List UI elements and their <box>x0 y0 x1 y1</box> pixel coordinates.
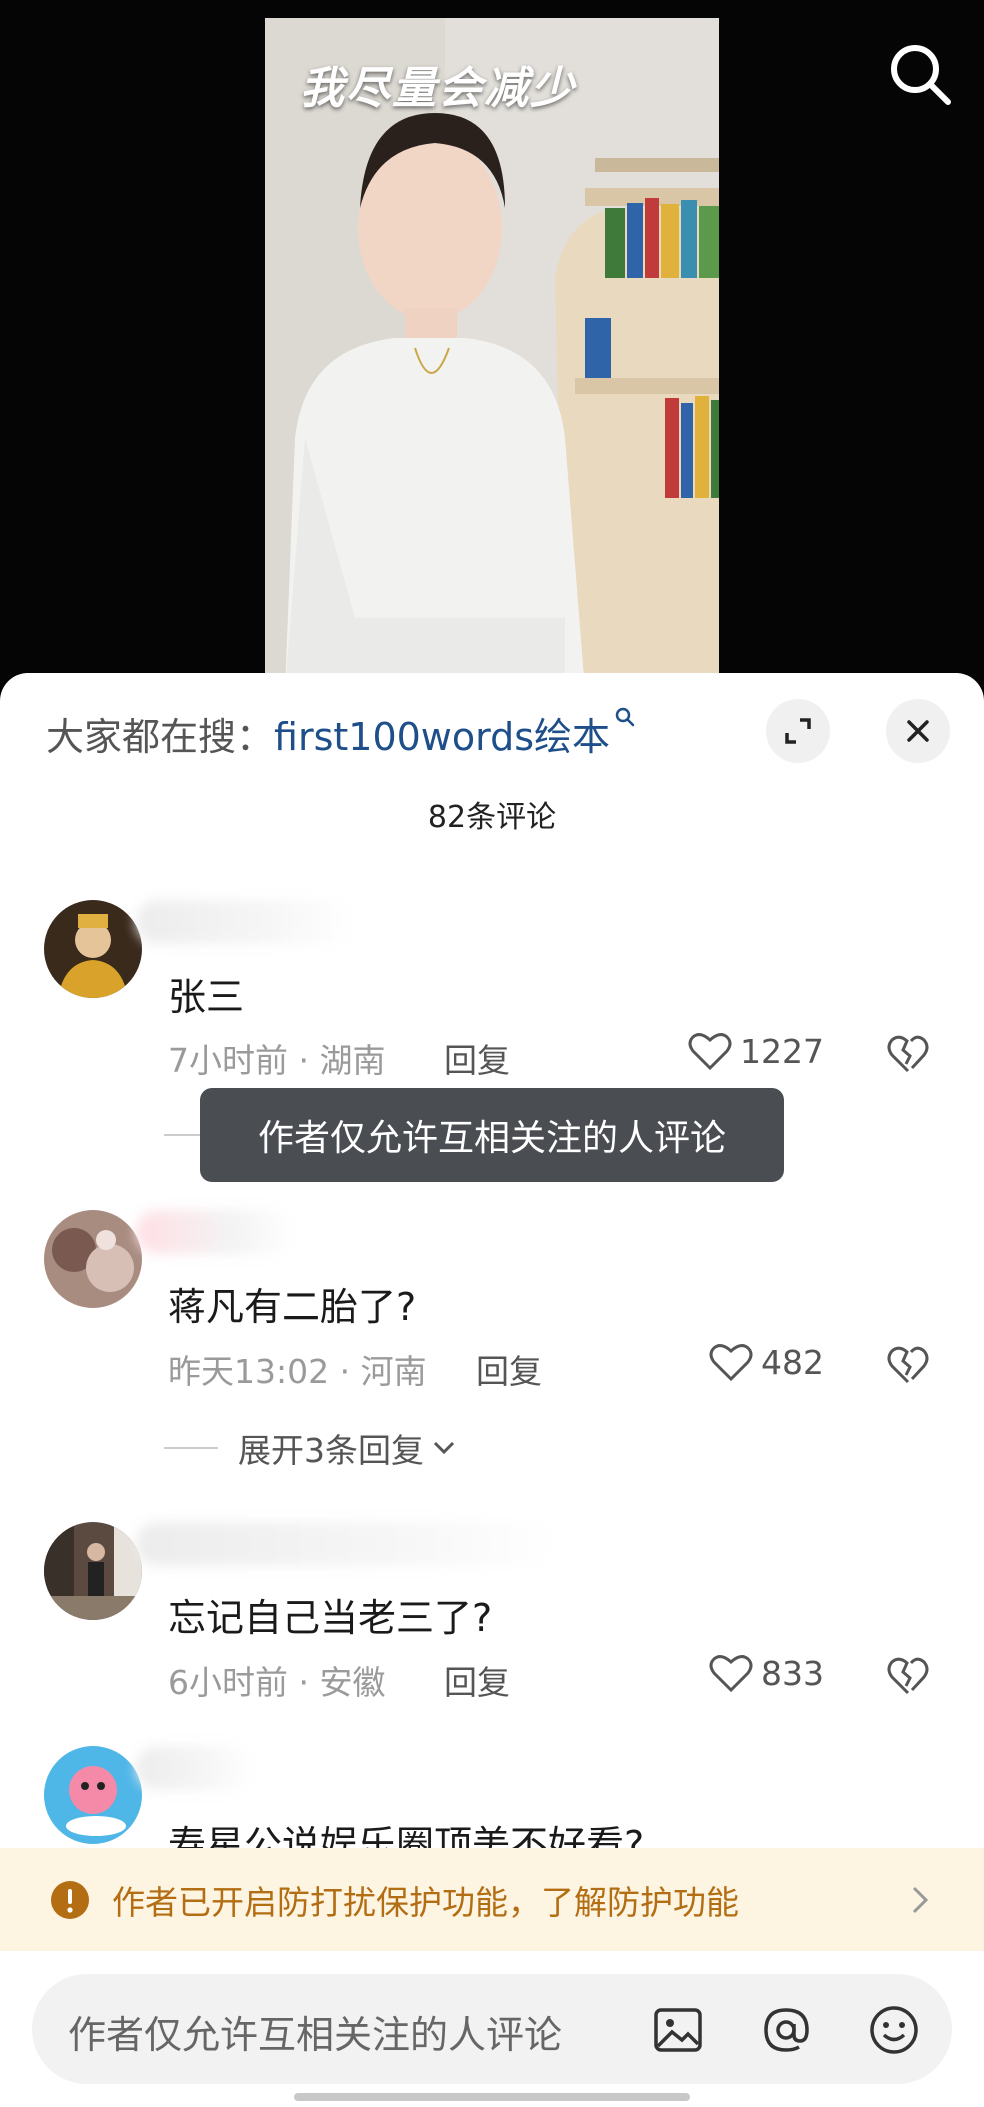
username-blurred[interactable] <box>136 1746 256 1790</box>
heart-icon <box>709 1655 753 1693</box>
like-count: 833 <box>761 1653 824 1693</box>
video-frame[interactable] <box>265 18 719 690</box>
like-button[interactable]: 482 <box>709 1342 824 1382</box>
comment-text: 张三 <box>168 975 245 1019</box>
avatar[interactable] <box>44 900 142 998</box>
comment-time: 昨天13:02 <box>168 1352 330 1391</box>
like-button[interactable]: 833 <box>709 1653 824 1693</box>
video-caption: 我尽量会减少 <box>300 63 576 114</box>
reply-divider <box>164 1134 204 1136</box>
heart-icon <box>688 1033 732 1071</box>
reply-button[interactable]: 回复 <box>476 1345 542 1393</box>
expand-icon <box>785 718 811 744</box>
comment-text: 忘记自己当老三了? <box>168 1596 493 1640</box>
protection-banner[interactable]: 作者已开启防打扰保护功能，了解防护功能 <box>0 1848 984 1951</box>
like-count: 482 <box>761 1342 824 1382</box>
comment-time: 7小时前 <box>168 1041 288 1080</box>
avatar[interactable] <box>44 1210 142 1308</box>
dislike-icon[interactable] <box>886 1032 930 1076</box>
comment-meta: 6小时前 · 安徽 <box>168 1663 386 1702</box>
comment-count: 82条评论 <box>427 800 557 835</box>
divider-line <box>164 1447 218 1449</box>
close-icon <box>907 720 929 742</box>
toast-message: 作者仅允许互相关注的人评论 <box>200 1088 784 1182</box>
like-count: 1227 <box>740 1031 824 1071</box>
reply-button[interactable]: 回复 <box>444 1034 510 1082</box>
like-button[interactable]: 1227 <box>688 1031 824 1071</box>
comment-location: 湖南 <box>319 1041 386 1080</box>
expand-replies-button[interactable]: 展开3条回复 <box>164 1424 458 1472</box>
home-indicator[interactable] <box>294 2093 690 2101</box>
chevron-down-icon <box>433 1441 455 1455</box>
banner-text: 作者已开启防打扰保护功能，了解防护功能 <box>112 1882 739 1922</box>
comment-meta: 7小时前 · 湖南 <box>168 1041 386 1080</box>
avatar[interactable] <box>44 1522 142 1620</box>
warning-icon <box>51 1880 89 1919</box>
expand-replies-label: 展开3条回复 <box>238 1431 424 1470</box>
video-player[interactable]: 我尽量会减少 <box>0 0 984 690</box>
comment-time: 6小时前 <box>168 1663 288 1702</box>
comment-text: 寿星公说娱乐圈顶美不好看? <box>168 1823 645 1848</box>
username-blurred[interactable] <box>136 1522 556 1566</box>
comment-meta: 昨天13:02 · 河南 <box>168 1352 427 1391</box>
trending-search[interactable]: 大家都在搜：first100words绘本 <box>46 706 636 761</box>
comment-location: 河南 <box>360 1352 427 1391</box>
video-still-image <box>265 18 719 690</box>
search-icon <box>891 45 951 105</box>
emoji-icon[interactable] <box>866 2002 922 2058</box>
username-blurred[interactable] <box>136 1210 296 1254</box>
comment-input[interactable]: 作者仅允许互相关注的人评论 <box>32 1974 952 2084</box>
chevron-right-icon <box>912 1886 929 1914</box>
dislike-icon[interactable] <box>886 1343 930 1387</box>
reply-button[interactable]: 回复 <box>444 1656 510 1704</box>
trending-keyword[interactable]: first100words绘本 <box>274 715 610 759</box>
avatar-image <box>44 1210 142 1308</box>
heart-icon <box>709 1344 753 1382</box>
comment-location: 安徽 <box>319 1663 386 1702</box>
small-search-icon <box>615 707 635 727</box>
fullscreen-button[interactable] <box>766 699 830 763</box>
username-blurred[interactable] <box>136 900 356 944</box>
dislike-icon[interactable] <box>886 1654 930 1698</box>
search-button[interactable] <box>882 36 958 112</box>
avatar-image <box>44 900 142 998</box>
comment-text-clip: 寿星公说娱乐圈顶美不好看? <box>0 1790 984 1848</box>
avatar-image <box>44 1522 142 1620</box>
image-icon[interactable] <box>650 2002 706 2058</box>
mention-icon[interactable] <box>758 2002 814 2058</box>
comment-text: 蒋凡有二胎了? <box>168 1285 417 1329</box>
comment-input-placeholder: 作者仅允许互相关注的人评论 <box>68 2013 563 2057</box>
close-button[interactable] <box>886 699 950 763</box>
trending-label: 大家都在搜： <box>46 715 275 759</box>
